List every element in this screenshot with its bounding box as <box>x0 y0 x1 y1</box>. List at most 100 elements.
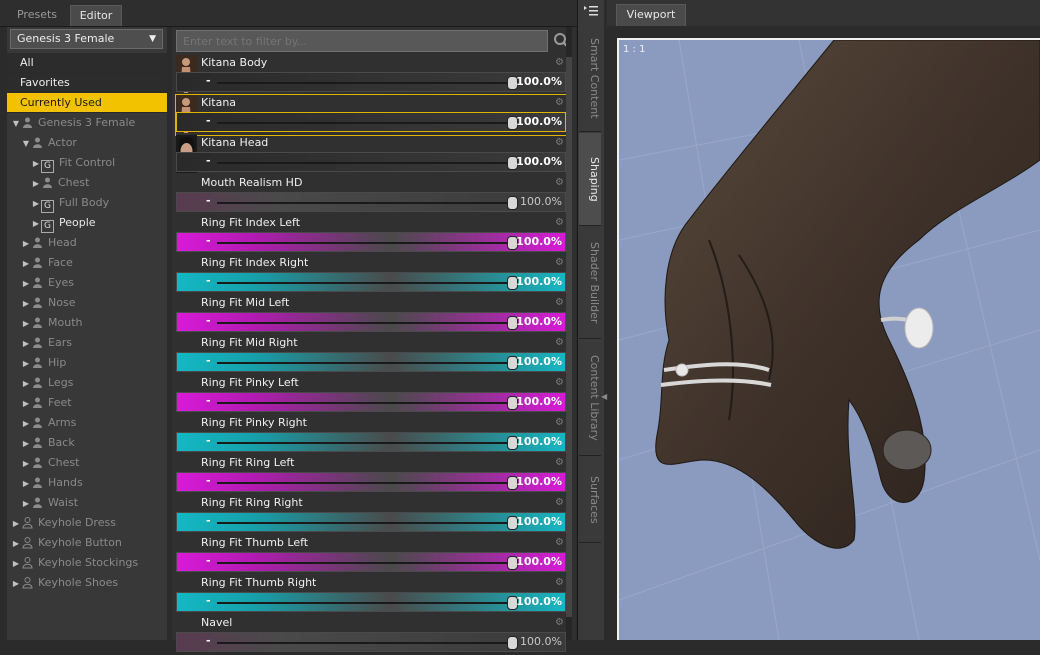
expand-right-icon[interactable]: ▶ <box>21 474 31 494</box>
property-row[interactable]: Ring Fit Index Left ⚙ - 100.0% <box>176 215 566 255</box>
property-row[interactable]: Ring Fit Mid Right ⚙ - 100.0% <box>176 335 566 375</box>
property-value[interactable]: 100.0% <box>520 635 562 648</box>
viewport-canvas[interactable]: 1 : 1 <box>617 38 1040 640</box>
gear-icon[interactable]: ⚙ <box>555 137 564 148</box>
decrement-icon[interactable]: - <box>206 554 211 567</box>
expand-right-icon[interactable]: ▶ <box>21 354 31 374</box>
gear-icon[interactable]: ⚙ <box>555 177 564 188</box>
property-slider[interactable]: - 100.0% <box>176 192 566 212</box>
property-row[interactable]: Ring Fit Thumb Left ⚙ - 100.0% <box>176 535 566 575</box>
tab-shader-builder[interactable]: Shader Builder <box>579 228 601 339</box>
property-slider[interactable]: - 100.0% <box>176 552 566 572</box>
expand-right-icon[interactable]: ▶ <box>11 574 21 594</box>
property-slider[interactable]: - 100.0% <box>176 112 566 132</box>
tree-item[interactable]: ▶ Keyhole Stockings <box>11 553 138 573</box>
expand-right-icon[interactable]: ▶ <box>21 294 31 314</box>
property-value[interactable]: 100.0% <box>516 355 562 368</box>
tab-editor[interactable]: Editor <box>70 5 122 26</box>
gear-icon[interactable]: ⚙ <box>555 537 564 548</box>
property-slider[interactable]: - 100.0% <box>176 432 566 452</box>
tree-item[interactable]: ▶ Head <box>21 233 77 253</box>
expand-right-icon[interactable]: ▶ <box>21 374 31 394</box>
gear-icon[interactable]: ⚙ <box>555 377 564 388</box>
tree-item[interactable]: ▶ Face <box>21 253 73 273</box>
tree-item[interactable]: ▶ G People <box>31 213 96 233</box>
tree-item[interactable]: ▶ Nose <box>21 293 76 314</box>
tab-content-library[interactable]: Content Library <box>579 340 601 456</box>
property-row[interactable]: Ring Fit Index Right ⚙ - 100.0% <box>176 255 566 295</box>
property-row[interactable]: Ring Fit Mid Left ⚙ - 100.0% <box>176 295 566 335</box>
tree-item[interactable]: ▶ Keyhole Button <box>11 533 122 553</box>
gear-icon[interactable]: ⚙ <box>555 457 564 468</box>
gear-icon[interactable]: ⚙ <box>555 497 564 508</box>
property-slider[interactable]: - 100.0% <box>176 592 566 612</box>
expand-right-icon[interactable]: ▶ <box>11 514 21 534</box>
property-value[interactable]: 100.0% <box>516 235 562 248</box>
gear-icon[interactable]: ⚙ <box>555 217 564 228</box>
scrollbar-thumb[interactable] <box>566 57 572 617</box>
expand-right-icon[interactable]: ▶ <box>21 454 31 474</box>
expand-right-icon[interactable]: ▶ <box>21 494 31 514</box>
tree-item[interactable]: ▶ Ears <box>21 333 72 353</box>
gear-icon[interactable]: ⚙ <box>555 257 564 268</box>
property-slider[interactable]: - 100.0% <box>176 392 566 412</box>
property-row[interactable]: Kitana Body ⚙ - 100.0% <box>176 55 566 95</box>
property-value[interactable]: 100.0% <box>516 475 562 488</box>
filter-input[interactable] <box>176 30 548 52</box>
property-value[interactable]: 100.0% <box>520 195 562 208</box>
tree-item[interactable]: ▶ Feet <box>21 393 72 413</box>
tree-item[interactable]: ▶ Keyhole Dress <box>11 513 116 533</box>
tab-surfaces[interactable]: Surfaces <box>579 457 601 543</box>
category-currently-used[interactable]: Currently Used <box>7 93 167 113</box>
tree-item[interactable]: ▶ Eyes <box>21 273 74 293</box>
tree-item[interactable]: ▼ Actor <box>21 133 77 153</box>
expand-right-icon[interactable]: ▶ <box>21 314 31 334</box>
property-slider[interactable]: - 100.0% <box>176 352 566 372</box>
expand-right-icon[interactable]: ▶ <box>21 334 31 354</box>
tree-item[interactable]: ▶ Chest <box>31 173 90 194</box>
property-value[interactable]: 100.0% <box>516 115 562 128</box>
tab-presets[interactable]: Presets <box>6 5 68 26</box>
collapse-arrow-icon[interactable]: ◀ <box>601 392 607 406</box>
property-row[interactable]: Ring Fit Ring Left ⚙ - 100.0% <box>176 455 566 495</box>
tree-item[interactable]: ▶ Legs <box>21 373 74 394</box>
property-row[interactable]: Ring Fit Pinky Left ⚙ - 100.0% <box>176 375 566 415</box>
decrement-icon[interactable]: - <box>206 114 211 127</box>
gear-icon[interactable]: ⚙ <box>555 617 564 628</box>
property-slider[interactable]: - 100.0% <box>176 272 566 292</box>
expand-down-icon[interactable]: ▼ <box>21 134 31 154</box>
category-all[interactable]: All <box>7 53 167 73</box>
tree-item[interactable]: ▶ Arms <box>21 413 76 433</box>
tree-item[interactable]: ▶ Mouth <box>21 313 83 334</box>
expand-down-icon[interactable]: ▼ <box>11 114 21 134</box>
tab-viewport[interactable]: Viewport <box>616 4 686 26</box>
gear-icon[interactable]: ⚙ <box>555 577 564 588</box>
expand-right-icon[interactable]: ▶ <box>11 534 21 554</box>
tab-shaping[interactable]: Shaping <box>579 133 601 226</box>
gear-icon[interactable]: ⚙ <box>555 57 564 68</box>
property-row[interactable]: Mouth Realism HD ⚙ - 100.0% <box>176 175 566 215</box>
tree-item[interactable]: ▶ Hip <box>21 353 66 373</box>
property-value[interactable]: 100.0% <box>516 435 562 448</box>
property-value[interactable]: 100.0% <box>516 275 562 288</box>
property-value[interactable]: 100.0% <box>516 595 562 608</box>
tree-item[interactable]: ▼ Genesis 3 Female <box>11 113 135 133</box>
property-value[interactable]: 100.0% <box>516 515 562 528</box>
panel-menu-icon[interactable] <box>583 4 599 18</box>
expand-right-icon[interactable]: ▶ <box>31 194 41 214</box>
property-slider[interactable]: - 100.0% <box>176 512 566 532</box>
expand-right-icon[interactable]: ▶ <box>21 394 31 414</box>
expand-right-icon[interactable]: ▶ <box>21 254 31 274</box>
expand-right-icon[interactable]: ▶ <box>21 414 31 434</box>
property-row[interactable]: Kitana ⚙ - 100.0% <box>175 94 567 136</box>
expand-right-icon[interactable]: ▶ <box>31 214 41 234</box>
decrement-icon[interactable]: - <box>206 274 211 287</box>
tree-item[interactable]: ▶ G Full Body <box>31 193 109 213</box>
expand-right-icon[interactable]: ▶ <box>31 174 41 194</box>
property-value[interactable]: 100.0% <box>516 395 562 408</box>
expand-right-icon[interactable]: ▶ <box>21 234 31 254</box>
tree-item[interactable]: ▶ Back <box>21 433 75 453</box>
property-row[interactable]: Ring Fit Ring Right ⚙ - 100.0% <box>176 495 566 535</box>
property-value[interactable]: 100.0% <box>516 315 562 328</box>
tab-smart-content[interactable]: Smart Content <box>579 26 601 132</box>
